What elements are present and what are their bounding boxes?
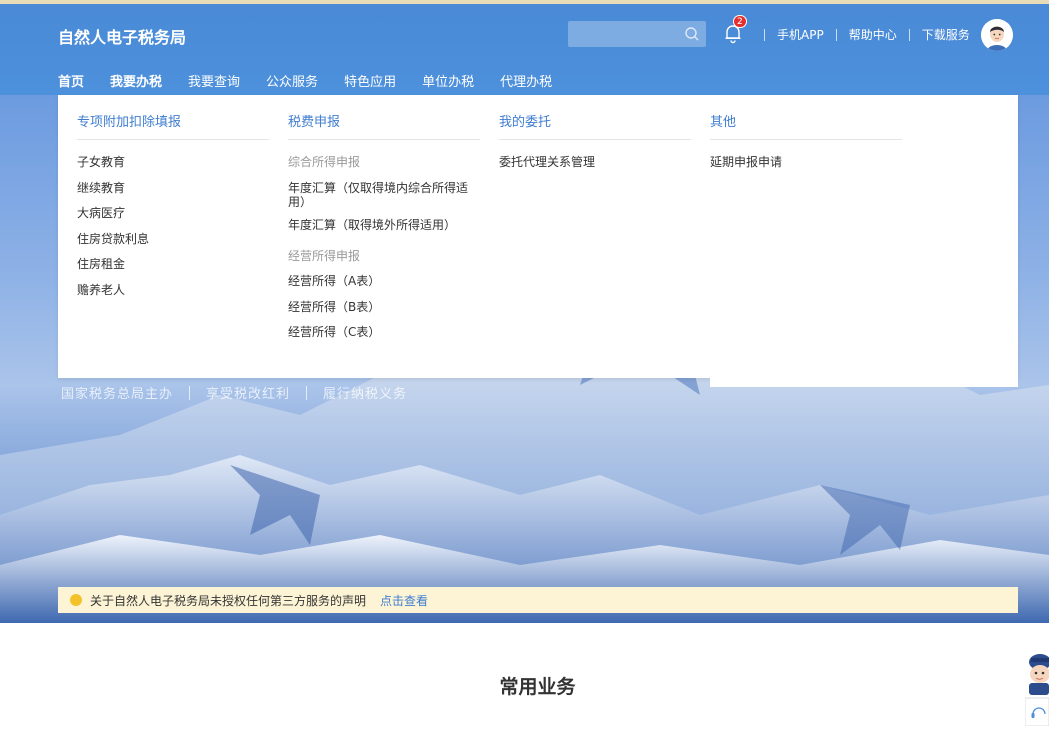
menu-item[interactable]: 延期申报申请 [710,155,902,169]
dropdown-column-other: 其他 延期申报申请 [710,111,902,181]
banner-slogans: 国家税务总局主办 享受税改红利 履行纳税义务 [61,383,407,402]
menu-item[interactable]: 经营所得（B表） [288,300,480,314]
nav-dropdown-panel: 专项附加扣除填报 子女教育 继续教育 大病医疗 住房贷款利息 住房租金 赡养老人… [58,95,1018,378]
main-nav: 首页 我要办税 我要查询 公众服务 特色应用 单位办税 代理办税 [58,71,578,90]
nav-featured-apps[interactable]: 特色应用 [344,71,396,90]
notice-view-link[interactable]: 点击查看 [380,592,428,609]
notification-badge: 2 [733,15,747,28]
download-service-link[interactable]: 下载服务 [922,26,970,43]
customer-service-icon[interactable] [1025,652,1049,726]
dropdown-column-tax-filing: 税费申报 综合所得申报 年度汇算（仅取得境内综合所得适用） 年度汇算（取得境外所… [288,111,480,351]
site-title[interactable]: 自然人电子税务局 [58,24,186,48]
menu-item[interactable]: 住房租金 [77,257,269,271]
notice-text: 关于自然人电子税务局未授权任何第三方服务的声明 [90,592,366,609]
site-header: 自然人电子税务局 2 手机APP 帮助中心 下载服务 首页 我要办税 我要查询 … [0,4,1049,95]
column-heading[interactable]: 专项附加扣除填报 [77,111,269,140]
nav-agent-tax[interactable]: 代理办税 [500,71,552,90]
divider [306,386,307,400]
nav-query[interactable]: 我要查询 [188,71,240,90]
menu-subheading: 经营所得申报 [288,249,480,263]
help-center-link[interactable]: 帮助中心 [849,26,897,43]
notice-dot-icon [70,594,82,606]
column-heading[interactable]: 税费申报 [288,111,480,140]
slogan-text: 国家税务总局主办 [61,383,173,402]
nav-tax-handling[interactable]: 我要办税 [110,71,162,90]
column-heading[interactable]: 我的委托 [499,111,691,140]
divider [189,386,190,400]
dropdown-column-special-deduction: 专项附加扣除填报 子女教育 继续教育 大病医疗 住房贷款利息 住房租金 赡养老人 [77,111,269,309]
divider [909,29,910,41]
notice-bar: 关于自然人电子税务局未授权任何第三方服务的声明 点击查看 [58,587,1018,613]
menu-item[interactable]: 赡养老人 [77,283,269,297]
column-heading[interactable]: 其他 [710,111,902,140]
divider [764,29,765,41]
menu-item[interactable]: 住房贷款利息 [77,232,269,246]
menu-item[interactable]: 大病医疗 [77,206,269,220]
top-links: 手机APP 帮助中心 下载服务 [752,26,970,43]
mobile-app-link[interactable]: 手机APP [777,26,824,43]
search-icon[interactable] [684,26,700,42]
divider [836,29,837,41]
search-input[interactable] [568,21,678,47]
menu-item[interactable]: 继续教育 [77,181,269,195]
section-title: 常用业务 [0,672,1049,699]
nav-home[interactable]: 首页 [58,71,84,90]
menu-item[interactable]: 年度汇算（仅取得境内综合所得适用） [288,181,480,209]
menu-item[interactable]: 子女教育 [77,155,269,169]
menu-item[interactable]: 年度汇算（取得境外所得适用） [288,218,480,232]
menu-item[interactable]: 经营所得（A表） [288,274,480,288]
search-box[interactable] [568,21,706,47]
slogan-text: 履行纳税义务 [323,383,407,402]
menu-subheading: 综合所得申报 [288,155,480,169]
dropdown-column-my-delegation: 我的委托 委托代理关系管理 [499,111,691,181]
dropdown-panel-tail [710,378,1018,387]
slogan-text: 享受税改红利 [206,383,290,402]
menu-item[interactable]: 委托代理关系管理 [499,155,691,169]
nav-unit-tax[interactable]: 单位办税 [422,71,474,90]
nav-public-service[interactable]: 公众服务 [266,71,318,90]
menu-item[interactable]: 经营所得（C表） [288,325,480,339]
avatar-icon[interactable] [981,19,1013,51]
